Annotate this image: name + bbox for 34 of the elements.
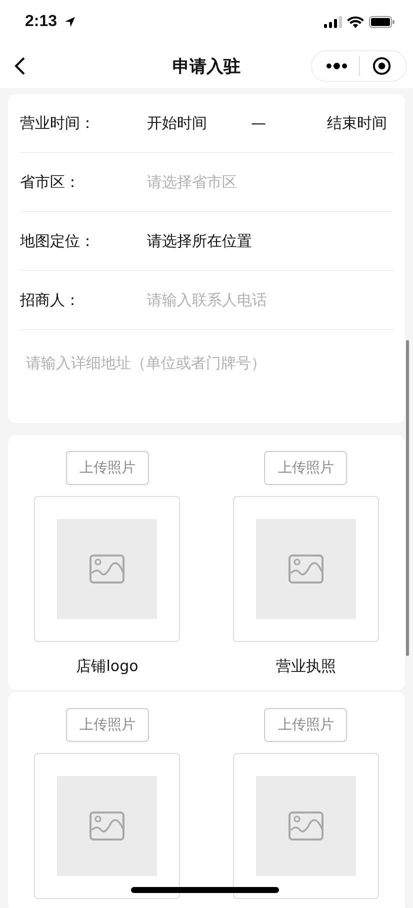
end-time-picker[interactable]: 结束时间 [327,114,387,132]
field-label: 地图定位： [20,232,96,250]
upload-photo-button[interactable]: 上传照片 [264,708,348,742]
image-upload-box[interactable] [232,496,379,642]
wifi-icon [347,16,364,28]
upload-photo-button[interactable]: 上传照片 [264,451,348,485]
image-icon [288,554,324,584]
upload-photo-button[interactable]: 上传照片 [66,708,149,742]
field-label: 招商人： [20,290,81,310]
image-icon [89,554,126,584]
image-icon [288,811,324,841]
more-icon[interactable] [326,62,348,70]
input-field[interactable]: 请输入联系人电话 [147,291,347,309]
close-mini-program-icon[interactable] [372,56,392,76]
start-time-picker[interactable]: 开始时间 [147,114,207,132]
status-time: 2:13 [25,13,58,31]
page-title: 申请入驻 [172,56,240,78]
picker-field[interactable]: 请选择所在位置 [147,232,252,250]
signal-icon [324,16,342,28]
location-arrow-icon [64,16,76,28]
field-label: 省市区： [20,172,81,192]
upload-photo-button[interactable]: 上传照片 [66,451,149,485]
photo-caption: 营业执照 [276,657,336,676]
image-upload-box[interactable] [34,496,180,642]
image-upload-box[interactable] [34,753,180,899]
photo-caption: 店铺logo [76,657,138,676]
field-label: 营业时间： [20,114,96,132]
battery-icon [369,16,395,28]
image-upload-box[interactable] [232,753,379,899]
back-icon[interactable] [14,56,26,76]
picker-field[interactable]: 请选择省市区 [147,172,237,192]
address-field[interactable]: 请输入详细地址（单位或者门牌号） [8,330,405,423]
range-separator: — [251,114,266,132]
image-icon [89,811,126,841]
